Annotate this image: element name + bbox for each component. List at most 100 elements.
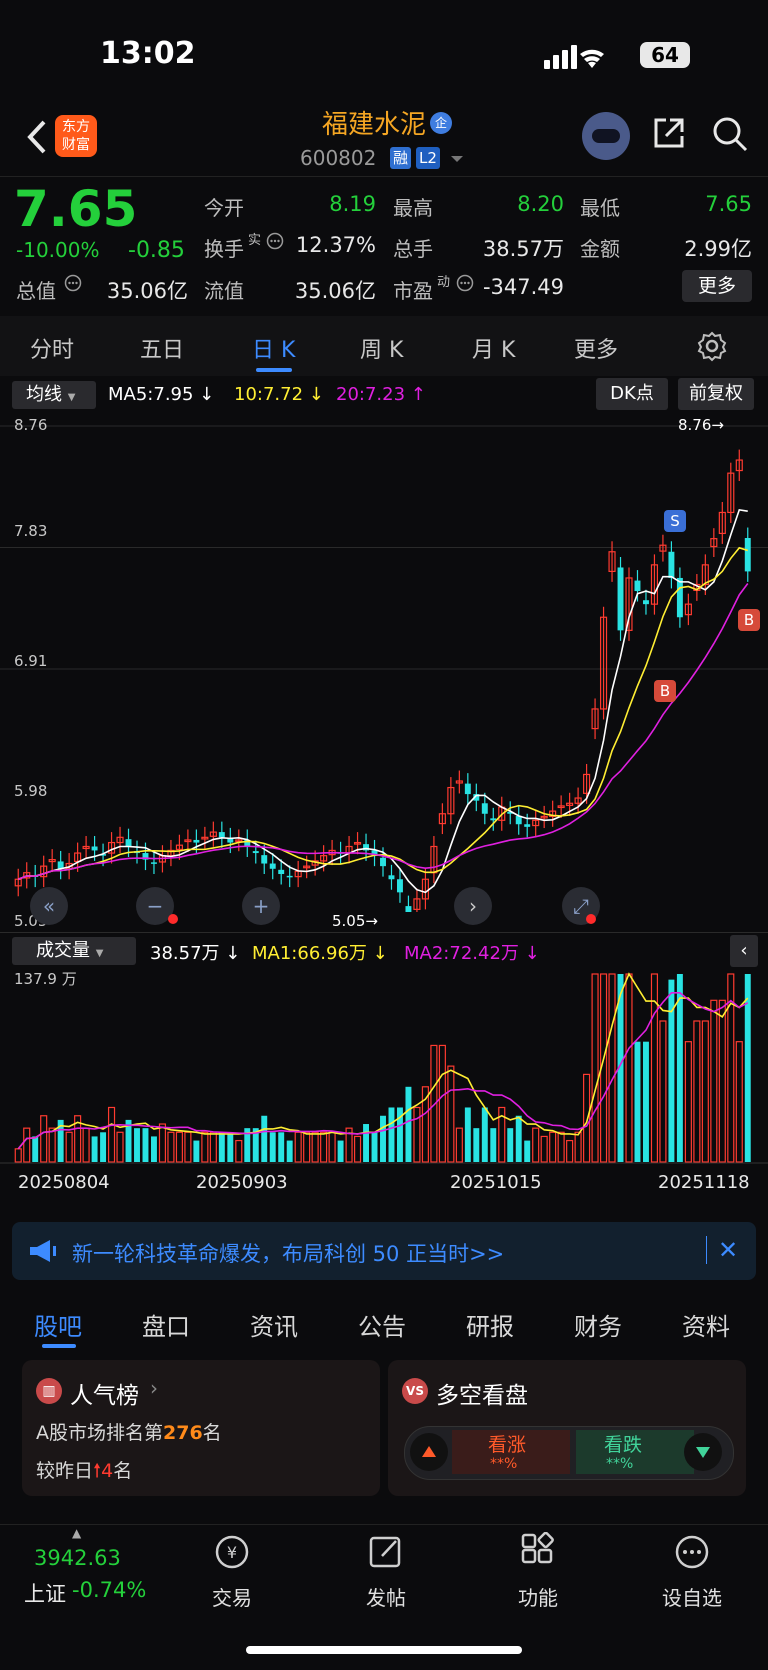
info-icon[interactable] [266,232,284,250]
volume-bar [32,1136,39,1162]
tab-announcements[interactable]: 公告 [358,1307,406,1342]
volume-bar [718,999,726,1163]
popularity-title: 人气榜 [70,1383,139,1409]
open-value: 8.19 [329,192,376,216]
buy-signal[interactable]: B [738,609,760,631]
volume-bar [447,1065,455,1163]
margin-tag: 融 [390,147,412,169]
battery-indicator: 64 [640,42,690,68]
dk-point-button[interactable]: DK点 [596,378,668,410]
logo-line-1: 东方 [62,119,90,135]
volume-bar [209,1131,217,1163]
search-icon[interactable] [712,116,748,152]
share-icon[interactable] [652,116,686,150]
volume-bar [235,1139,243,1163]
adjust-button[interactable]: 前复权 [678,378,754,410]
close-icon[interactable]: ✕ [718,1236,738,1264]
tab-news[interactable]: 资讯 [250,1307,298,1342]
compose-icon[interactable] [366,1532,406,1572]
tab-forum[interactable]: 股吧 [34,1307,82,1342]
gear-icon[interactable] [696,330,728,362]
volume-bar [107,1106,116,1163]
index-value[interactable]: 3942.63 [34,1546,121,1570]
banner-text[interactable]: 新一轮科技革命爆发，布局科创 50 正当时>> [72,1238,504,1268]
volume-bar [371,1132,378,1162]
candle [490,818,497,821]
price-axis-tick: 7.83 [14,522,48,540]
index-change[interactable]: -0.74% [72,1578,146,1602]
header-divider [0,176,768,177]
candle [642,600,649,605]
nav-post[interactable]: 发帖 [341,1582,431,1611]
volume-bar [14,1148,22,1163]
date-label: 20251015 [450,1172,542,1193]
ai-assistant-avatar[interactable] [582,112,630,160]
nav-watchlist-settings[interactable]: 设自选 [647,1582,737,1611]
candle [744,538,751,572]
trade-icon[interactable]: ¥ [212,1532,252,1572]
buy-signal[interactable]: B [654,680,676,702]
tab-monthly-k[interactable]: 月 K [472,332,515,364]
notification-dot [168,914,178,924]
volume-bar [540,1135,548,1163]
rank-suffix: 名 [202,1422,222,1444]
tab-finance[interactable]: 财务 [574,1307,622,1342]
triangle-down-icon [696,1447,710,1458]
tab-profile[interactable]: 资料 [682,1307,730,1342]
caret-up-icon[interactable]: ▲ [72,1526,81,1540]
volume-bar [337,1140,344,1162]
tab-intraday[interactable]: 分时 [30,332,74,364]
more-dots-icon[interactable] [672,1532,712,1572]
volume-bar [659,1020,667,1163]
indicator-select[interactable]: 均线 ▼ [12,381,96,409]
active-section-indicator [42,1344,76,1348]
volume-bar [507,1128,514,1162]
eastmoney-logo[interactable]: 东方 财富 [55,115,97,157]
more-quote-button[interactable]: 更多 [682,270,752,302]
volume-bar [363,1124,370,1162]
ma10-line [17,546,748,880]
volume-bar [142,1128,149,1162]
volume-ma1: MA1:66.96万 ↓ [252,943,388,964]
volume-indicator-select[interactable]: 成交量 ▼ [12,937,136,965]
sell-signal[interactable]: S [664,510,686,532]
triangle-down-icon: ▼ [67,392,76,403]
kline-chart[interactable] [0,412,768,932]
bull-vote-button[interactable] [410,1433,448,1471]
back-button[interactable] [24,118,48,163]
nav-functions[interactable]: 功能 [493,1582,583,1611]
status-time: 13:02 [100,36,196,71]
notification-dot [586,914,596,924]
ma5-value: MA5:7.95 ↓ [108,384,215,405]
volume-bar [490,1128,497,1162]
ma5-line [17,508,748,894]
volume-chart[interactable] [0,966,768,1170]
volume-select-label: 成交量 [36,940,90,961]
volume-bar [269,1132,276,1162]
bull-label: 看涨 [488,1434,527,1456]
scroll-right-button[interactable]: › [454,887,492,925]
nav-trade[interactable]: 交易 [187,1582,277,1611]
tab-weekly-k[interactable]: 周 K [360,332,403,364]
tab-five-day[interactable]: 五日 [140,332,184,364]
tab-more[interactable]: 更多 [574,332,618,364]
vs-icon: VS [402,1378,428,1404]
volume-bar [608,973,616,1163]
apps-icon[interactable] [518,1532,558,1572]
pe-sup: 动 [437,275,451,290]
volume-bar [583,1073,591,1163]
tab-research[interactable]: 研报 [466,1307,514,1342]
collapse-button[interactable]: ‹ [730,935,758,967]
candle [524,824,531,827]
scroll-left-button[interactable]: « [30,887,68,925]
home-indicator [246,1646,522,1654]
info-icon[interactable] [64,274,82,292]
bull-percent: **% [490,1456,518,1472]
tab-order-book[interactable]: 盘口 [142,1307,190,1342]
zoom-in-button[interactable]: + [242,887,280,925]
bear-vote-button[interactable] [684,1433,722,1471]
chevron-down-icon[interactable] [450,154,464,164]
ranking-icon: ▥ [36,1378,62,1404]
index-name[interactable]: 上证 [24,1578,66,1608]
tab-daily-k[interactable]: 日 K [252,332,295,364]
